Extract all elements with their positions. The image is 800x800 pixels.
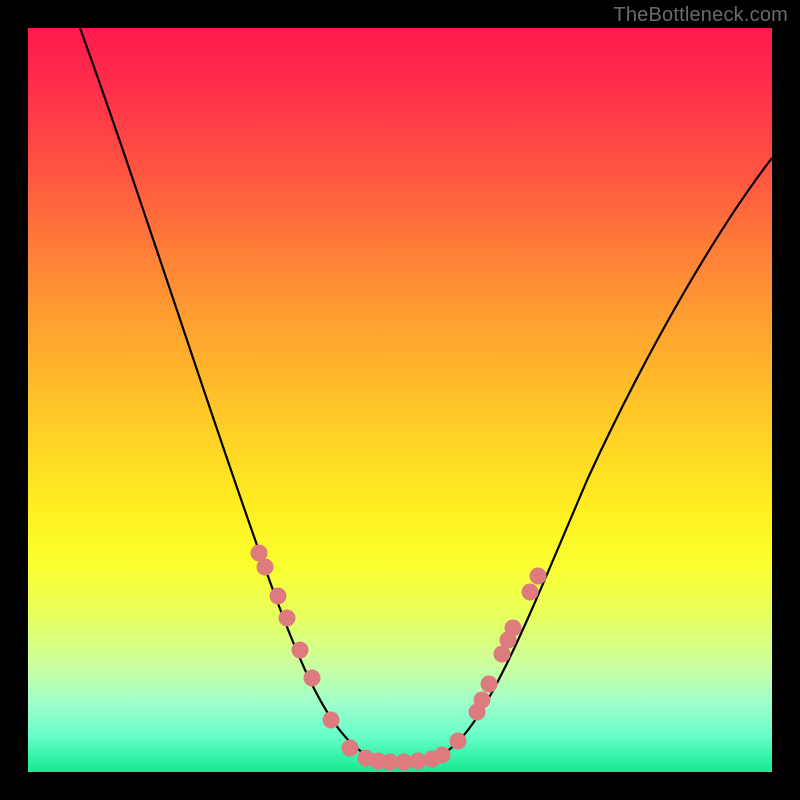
chart-frame: TheBottleneck.com bbox=[0, 0, 800, 800]
chart-plot-area bbox=[28, 28, 772, 772]
attribution-text: TheBottleneck.com bbox=[613, 4, 788, 27]
chart-background-gradient bbox=[28, 28, 772, 772]
